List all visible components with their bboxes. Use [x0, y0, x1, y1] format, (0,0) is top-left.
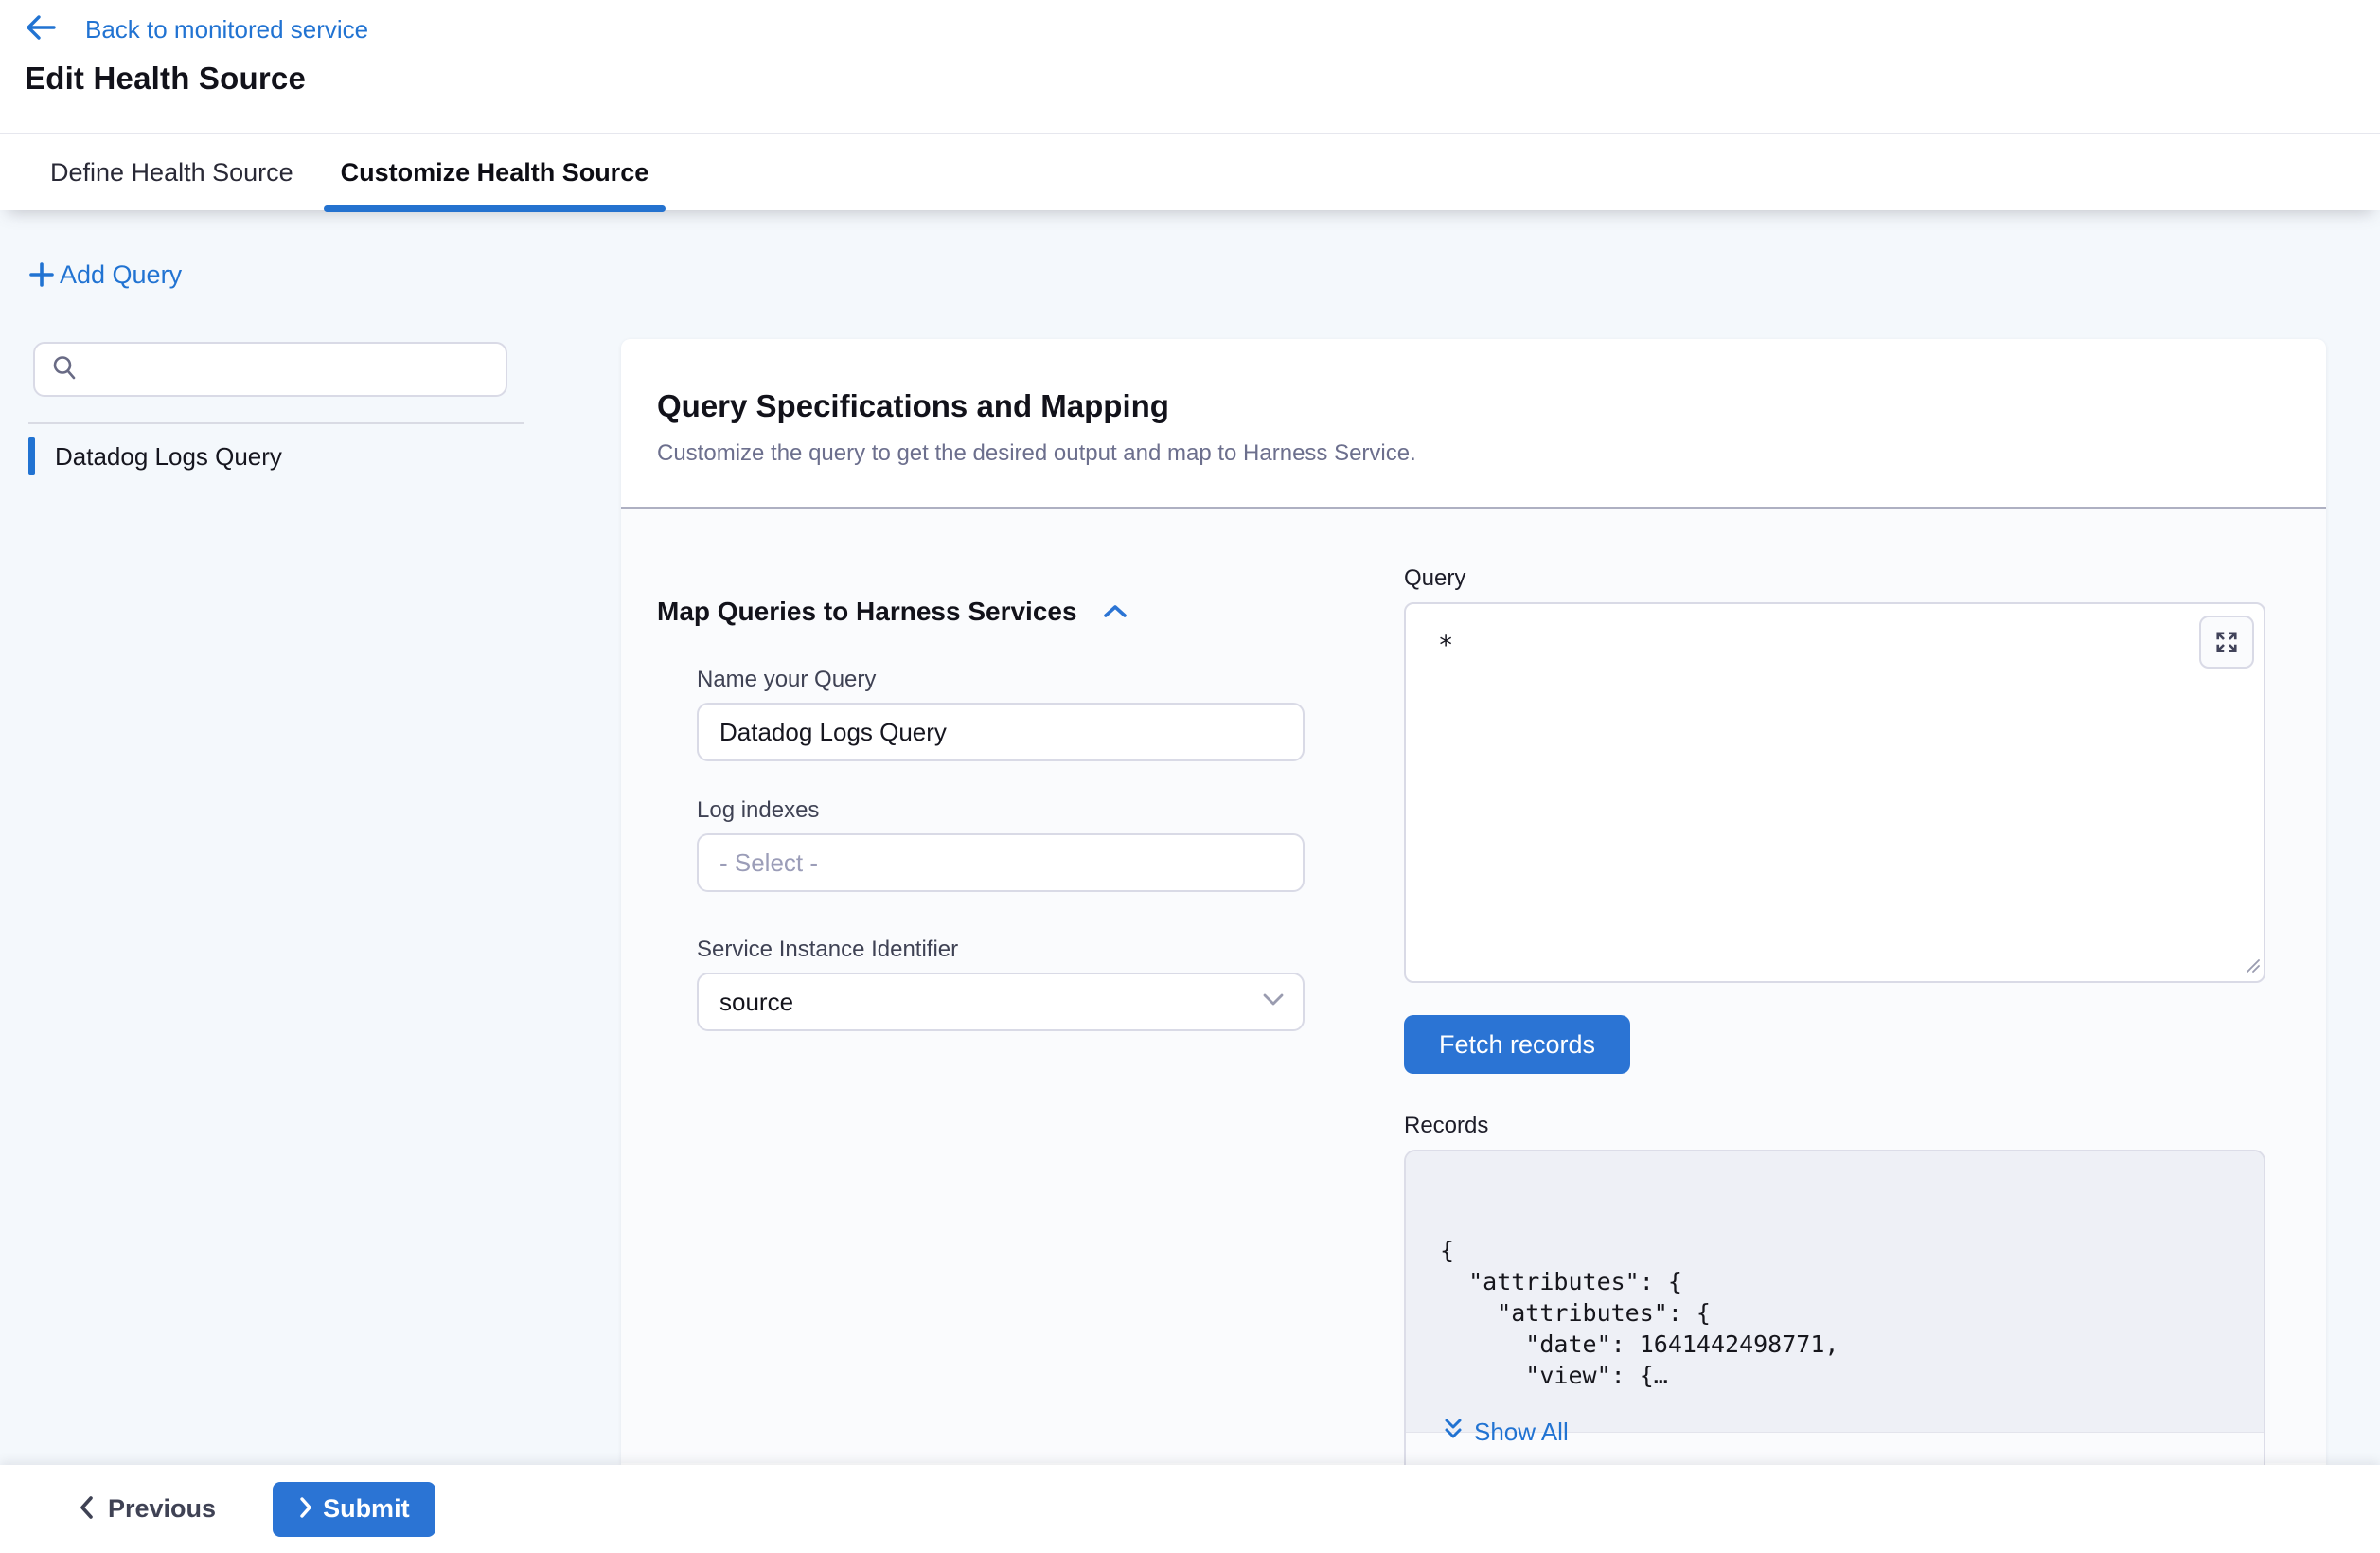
- back-arrow-icon: [25, 13, 57, 46]
- query-item-label: Datadog Logs Query: [55, 442, 282, 472]
- submit-button[interactable]: Submit: [273, 1482, 435, 1537]
- records-label: Records: [1404, 1113, 1488, 1139]
- section-collapse-button[interactable]: [1100, 601, 1130, 622]
- query-editor: *: [1404, 602, 2265, 983]
- plus-icon: [27, 259, 57, 290]
- submit-label: Submit: [323, 1494, 410, 1524]
- show-all-button[interactable]: Show All: [1442, 1417, 1569, 1448]
- tab-bar: Define Health Source Customize Health So…: [0, 134, 2380, 210]
- sidebar-divider: [28, 422, 524, 424]
- card-subtitle: Customize the query to get the desired o…: [657, 440, 2326, 467]
- section-title: Map Queries to Harness Services: [657, 597, 1077, 627]
- map-queries-section-header: Map Queries to Harness Services: [657, 597, 1130, 627]
- card-title: Query Specifications and Mapping: [657, 388, 2326, 424]
- sidebar-item-datadog-logs-query[interactable]: Datadog Logs Query: [28, 437, 511, 475]
- search-input[interactable]: [79, 344, 506, 395]
- chevron-right-icon: [298, 1496, 313, 1522]
- fetch-records-button[interactable]: Fetch records: [1404, 1015, 1630, 1074]
- records-json-preview: { "attributes": { "attributes": { "date"…: [1406, 1151, 2264, 1433]
- previous-label: Previous: [108, 1494, 216, 1524]
- search-icon: [50, 353, 79, 386]
- tab-label: Define Health Source: [50, 158, 293, 187]
- log-indexes-input[interactable]: [697, 833, 1305, 892]
- service-instance-select[interactable]: source: [697, 973, 1305, 1031]
- records-panel: { "attributes": { "attributes": { "date"…: [1404, 1150, 2265, 1465]
- page-header: Back to monitored service Edit Health So…: [0, 0, 2380, 210]
- previous-button[interactable]: Previous: [78, 1494, 216, 1524]
- chevron-left-icon: [78, 1494, 95, 1524]
- query-label: Query: [1404, 565, 1465, 592]
- json-line: "view": {…: [1440, 1360, 2264, 1391]
- double-chevron-down-icon: [1442, 1417, 1465, 1448]
- add-query-label: Add Query: [60, 260, 182, 290]
- add-query-button[interactable]: Add Query: [27, 259, 182, 290]
- tab-label: Customize Health Source: [341, 158, 649, 187]
- json-line: "date": 1641442498771,: [1440, 1329, 2264, 1360]
- card-header: Query Specifications and Mapping Customi…: [621, 339, 2326, 509]
- query-textarea[interactable]: *: [1404, 602, 2265, 983]
- expand-arrows-icon: [2212, 628, 2241, 656]
- json-line: "attributes": {: [1440, 1266, 2264, 1297]
- show-all-label: Show All: [1474, 1418, 1569, 1447]
- resize-handle-icon[interactable]: [2244, 956, 2261, 978]
- json-line: {: [1440, 1235, 2264, 1266]
- back-link-label[interactable]: Back to monitored service: [85, 15, 368, 45]
- tab-define-health-source[interactable]: Define Health Source: [50, 134, 293, 210]
- tab-customize-health-source[interactable]: Customize Health Source: [324, 134, 666, 210]
- log-indexes-label: Log indexes: [697, 797, 819, 824]
- active-tab-underline: [324, 205, 666, 212]
- name-query-input[interactable]: [697, 703, 1305, 761]
- selected-indicator-bar: [28, 437, 35, 475]
- service-instance-value: source: [719, 988, 793, 1017]
- name-query-label: Name your Query: [697, 667, 876, 693]
- header-top-row: Back to monitored service Edit Health So…: [0, 0, 2380, 134]
- query-search-box[interactable]: [33, 342, 507, 397]
- service-instance-identifier-label: Service Instance Identifier: [697, 937, 958, 963]
- page-title: Edit Health Source: [25, 61, 306, 97]
- query-expand-button[interactable]: [2199, 616, 2254, 669]
- wizard-footer: Previous Submit: [0, 1465, 2380, 1553]
- chevron-up-icon: [1100, 601, 1130, 622]
- back-link-row[interactable]: Back to monitored service: [25, 13, 368, 46]
- json-line: "attributes": {: [1440, 1297, 2264, 1329]
- chevron-down-icon: [1261, 991, 1286, 1013]
